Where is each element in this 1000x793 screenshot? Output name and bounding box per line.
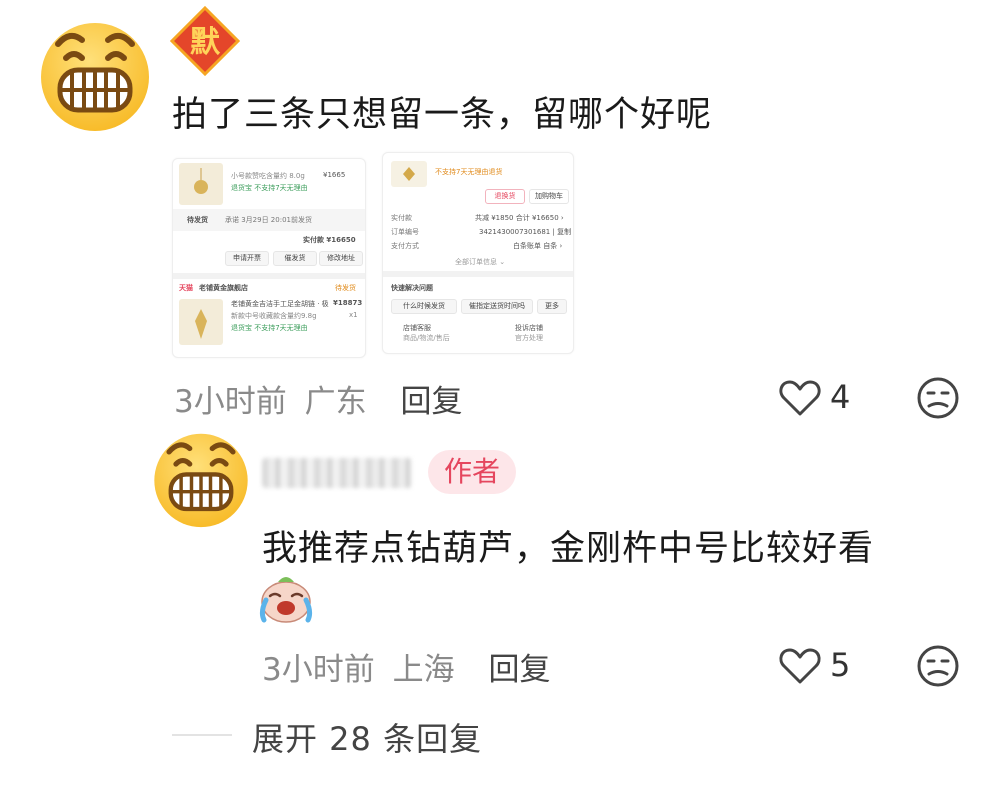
product-thumbnail (179, 163, 223, 205)
pay-method-value: 白条账单 自条 › (513, 242, 563, 250)
reply-time: 3小时前 (262, 652, 375, 688)
shop-status: 待发货 (335, 284, 356, 292)
reply-meta: 3小时前 上海 回复 (262, 644, 550, 689)
product-thumbnail (179, 299, 223, 345)
item-tag: 退货宝 不支持7天无理由 (231, 324, 308, 332)
shop-brand: 天猫 (179, 284, 193, 292)
add-cart-button[interactable]: 加购物车 (529, 189, 569, 204)
more-button[interactable]: 更多 (537, 299, 567, 314)
shop-service-sub: 商品/物流/售后 (403, 334, 450, 342)
order-no-label: 订单编号 (391, 228, 419, 236)
return-note: 不支持7天无理由退货 (435, 168, 503, 176)
urge-delivery-button[interactable]: 催发货 (273, 251, 317, 266)
meh-face-icon (917, 645, 959, 687)
complain-shop-sub: 官方处理 (515, 334, 543, 342)
quick-solve-title: 快速解决问题 (391, 284, 433, 292)
reply-text: 我推荐点钻葫芦，金刚杵中号比较好看 (262, 529, 875, 569)
order-price: ¥1665 (323, 171, 346, 179)
item-desc: 新款中号收藏款含量约9.8g (231, 312, 317, 320)
all-order-info-link[interactable]: 全部订单信息 ⌄ (455, 257, 505, 267)
order-tag: 退货宝 不支持7天无理由 (231, 184, 308, 192)
reply-button[interactable]: 回复 (400, 384, 462, 420)
reply-author-name-blurred[interactable] (262, 458, 412, 488)
comment-location: 广东 (304, 384, 367, 420)
order-screenshot-image-1[interactable]: 小号款赞吃含量约 8.0g 退货宝 不支持7天无理由 ¥1665 待发货 承诺 … (172, 158, 366, 358)
item-price: ¥18873 (333, 299, 363, 307)
return-button[interactable]: 退换货 (485, 189, 525, 204)
shop-service-link[interactable]: 店铺客服 (403, 323, 431, 333)
svg-text:默: 默 (190, 25, 221, 60)
paid-label: 实付款 (391, 214, 412, 222)
pay-method-label: 支付方式 (391, 242, 419, 250)
delivery-promise: 承诺 3月29日 20:01前发货 (225, 216, 312, 224)
comment-text: 拍了三条只想留一条，留哪个好呢 (172, 95, 713, 135)
heart-icon (779, 380, 821, 416)
product-thumbnail (391, 161, 427, 187)
reply-author-avatar[interactable] (150, 426, 252, 528)
order-desc: 小号款赞吃含量约 8.0g (231, 172, 305, 180)
meh-face-icon (917, 377, 959, 419)
expand-divider (172, 734, 232, 736)
expand-replies-button[interactable]: 展开 28 条回复 (252, 714, 482, 760)
reply-like-count: 5 (830, 646, 851, 684)
dislike-button[interactable] (916, 376, 960, 420)
comment-time: 3小时前 (174, 384, 287, 420)
comment-meta: 3小时前 广东 回复 (174, 376, 462, 421)
laugh-cry-sticker-icon (258, 572, 314, 624)
reply-like-button[interactable]: 5 (778, 646, 858, 688)
change-address-button[interactable]: 修改地址 (319, 251, 363, 266)
like-count: 4 (830, 378, 851, 416)
author-badge: 作者 (428, 450, 517, 494)
item-qty: x1 (349, 311, 358, 319)
reply-dislike-button[interactable] (916, 644, 960, 688)
when-ship-button[interactable]: 什么时候发货 (391, 299, 457, 314)
reply-reply-button[interactable]: 回复 (488, 652, 550, 688)
order-status: 待发货 (187, 216, 208, 224)
like-button[interactable]: 4 (778, 378, 858, 420)
heart-icon (779, 648, 821, 684)
order-no-value: 3421430007301681 | 复制 (479, 228, 572, 236)
paid-amount: 实付款 ¥16650 (303, 236, 356, 244)
commenter-avatar[interactable] (36, 14, 154, 132)
grin-emoji-icon (41, 23, 149, 131)
order-screenshot-image-2[interactable]: 不支持7天无理由退货 退换货 加购物车 实付款 共减 ¥1850 合计 ¥166… (382, 152, 574, 354)
shop-name: 老铺黄金旗舰店 (199, 284, 248, 292)
item-title: 老铺黄金吉洁手工足金胡链 · 极 (231, 300, 329, 308)
user-badge-icon: 默 (169, 5, 241, 77)
reply-location: 上海 (392, 652, 455, 688)
paid-value: 共减 ¥1850 合计 ¥16650 › (475, 214, 564, 222)
grin-emoji-icon (154, 433, 248, 528)
invoice-button[interactable]: 申请开票 (225, 251, 269, 266)
complain-shop-link[interactable]: 投诉店铺 (515, 323, 543, 333)
delivery-time-button[interactable]: 催指定送货时间吗 (461, 299, 533, 314)
